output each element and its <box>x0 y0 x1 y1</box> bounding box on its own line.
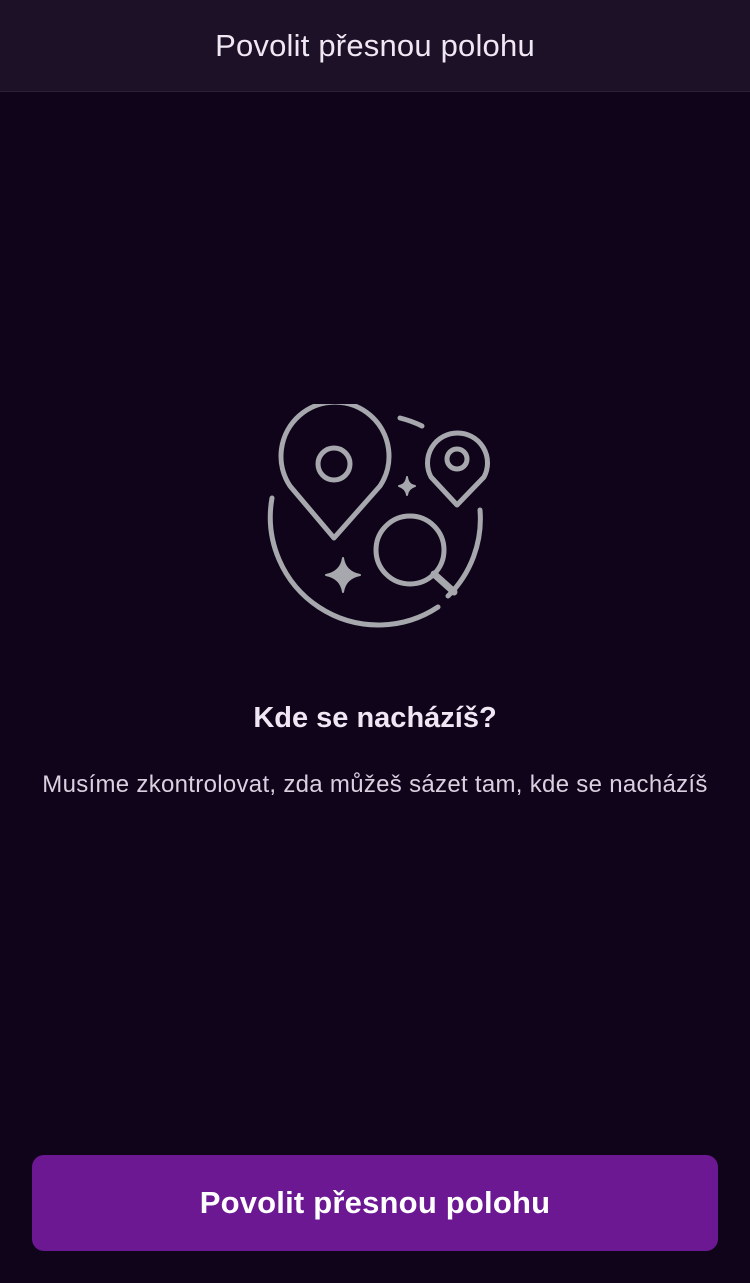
location-search-icon <box>262 399 494 636</box>
header-bar: Povolit přesnou polohu <box>0 0 750 92</box>
allow-precise-location-button[interactable]: Povolit přesnou polohu <box>32 1155 718 1251</box>
location-description: Musíme zkontrolovat, zda můžeš sázet tam… <box>42 771 708 798</box>
location-permission-screen: Povolit přesnou polohu Kde se nacházíš? … <box>0 0 750 1283</box>
allow-precise-location-button-label: Povolit přesnou polohu <box>199 1185 551 1220</box>
location-heading: Kde se nacházíš? <box>253 702 497 734</box>
page-title: Povolit přesnou polohu <box>215 27 535 63</box>
